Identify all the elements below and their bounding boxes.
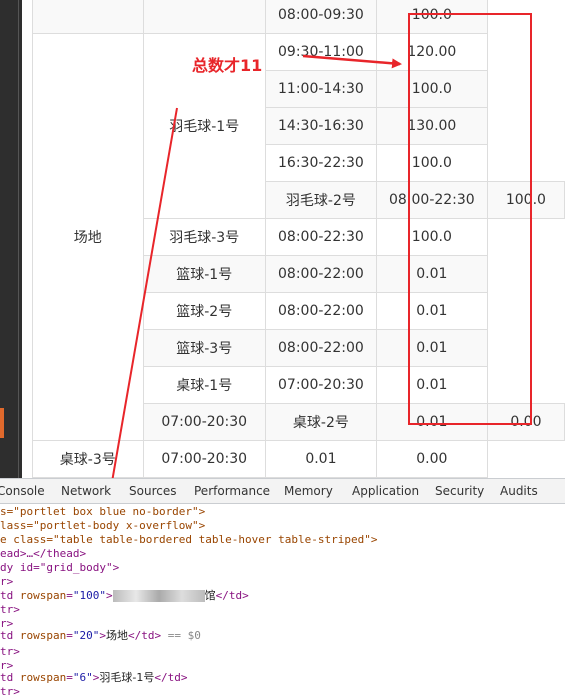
dom-line[interactable]: r> [0,575,13,589]
arrow-to-times [302,54,402,69]
tab-memory[interactable]: Memory [284,484,333,498]
dom-line[interactable]: td rowspan="6">羽毛球-1号</td> [0,671,187,685]
blurred-text [112,590,205,602]
dom-line[interactable]: s="portlet box blue no-border"> [0,505,205,519]
dom-line[interactable]: dy id="grid_body"> [0,561,119,575]
dom-line-selected[interactable]: td rowspan="20">场地</td> == $0 [0,629,201,643]
tab-audits[interactable]: Audits [500,484,538,498]
dom-line[interactable]: td rowspan="100"> 馆</td> [0,589,249,603]
tab-network[interactable]: Network [61,484,111,498]
dom-line[interactable]: tr> [0,603,20,617]
dom-line[interactable]: e class="table table-bordered table-hove… [0,533,378,547]
tab-console[interactable]: Console [0,484,45,498]
dom-line[interactable]: ead>…</thead> [0,547,86,561]
tab-application[interactable]: Application [352,484,419,498]
dom-line[interactable]: lass="portlet-body x-overflow"> [0,519,205,533]
tab-security[interactable]: Security [435,484,484,498]
tab-performance[interactable]: Performance [194,484,270,498]
devtools-elements-tree: s="portlet box blue no-border"> lass="po… [0,504,565,698]
devtools-tab-bar: Console Network Sources Performance Memo… [0,478,565,504]
tab-sources[interactable]: Sources [129,484,176,498]
dom-line[interactable]: tr> [0,645,20,659]
